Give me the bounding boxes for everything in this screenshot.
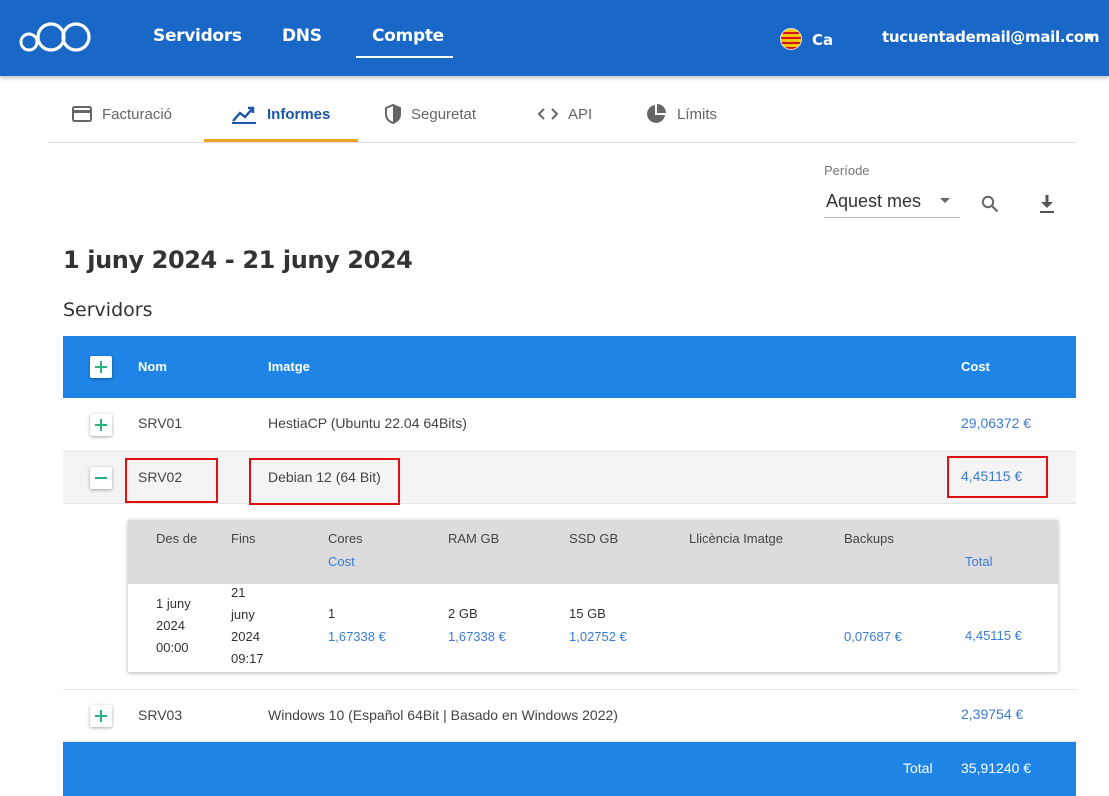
tab-facturacio[interactable]: Facturació [72,86,172,142]
table-header: Nom Imatge Cost [63,336,1076,398]
plus-icon-stroke [100,361,102,373]
detail-header-to: Fins [231,531,256,546]
chevron-down-icon[interactable] [1084,34,1096,40]
period-select[interactable]: Aquest mes [824,185,960,218]
nav-dns[interactable]: DNS [282,26,322,46]
detail-ssd-cost: 1,02752 € [569,629,627,644]
plus-icon-stroke [100,710,102,722]
tab-label: API [568,105,593,123]
table-row[interactable]: SRV01 HestiaCP (Ubuntu 22.04 64Bits) 29,… [63,398,1076,452]
shield-icon [385,104,401,124]
detail-header: Des de Fins Cores Cost RAM GB SSD GB Lli… [128,520,1058,584]
logo-icon[interactable] [18,20,92,54]
detail-header-backups: Backups [844,531,894,546]
detail-header-license: Llicència Imatge [689,531,783,546]
server-name: SRV03 [138,707,183,723]
collapse-row-button[interactable] [90,467,112,489]
detail-ram-cost: 1,67338 € [448,629,506,644]
tab-label: Seguretat [411,105,477,123]
language-selector[interactable]: Ca [812,31,833,49]
nav-active-underline [356,56,453,58]
detail-from-time: 00:00 [156,640,189,655]
header-cost: Cost [961,359,990,374]
search-icon[interactable] [981,195,999,213]
detail-header-cores: Cores [328,531,363,546]
server-cost[interactable]: 2,39754 € [961,706,1023,722]
active-tab-underline [204,139,358,142]
detail-ssd: 15 GB [569,606,606,621]
nav-servidors[interactable]: Servidors [153,26,242,46]
nav-compte[interactable]: Compte [372,26,444,46]
highlight-box-image [249,458,400,505]
account-menu[interactable]: tucuentademail@mail.com [882,28,1099,46]
tab-label: Límits [677,105,718,123]
detail-cores-cost: 1,67338 € [328,629,386,644]
expand-row-button[interactable] [90,414,112,436]
server-cost[interactable]: 29,06372 € [961,415,1031,431]
detail-from-date: 1 juny [156,596,191,611]
period-label: Període [824,163,870,178]
detail-row: 1 juny 2024 00:00 21 juny 2024 09:17 1 1… [128,584,1058,672]
date-range-heading: 1 juny 2024 - 21 juny 2024 [63,246,413,274]
section-title: Servidors [63,299,153,321]
detail-header-ram: RAM GB [448,531,500,546]
server-detail-card: Des de Fins Cores Cost RAM GB SSD GB Lli… [128,520,1058,672]
tab-label: Facturació [102,105,173,123]
tab-limits[interactable]: Límits [645,86,717,142]
expand-row-button[interactable] [90,705,112,727]
detail-to-year: 2024 [231,629,260,644]
detail-header-cost: Cost [328,554,355,569]
expand-all-button[interactable] [90,356,112,378]
detail-to-time: 09:17 [231,651,264,666]
detail-to-month: juny [231,607,255,622]
account-subtabs: Facturació Informes Seguretat API Límits [48,86,1076,143]
pie-chart-icon [647,104,666,123]
server-image: HestiaCP (Ubuntu 22.04 64Bits) [268,415,467,431]
period-value: Aquest mes [826,191,922,211]
detail-backups-cost: 0,07687 € [844,629,902,644]
tab-api[interactable]: API [538,86,592,142]
plus-icon-stroke [100,419,102,431]
catalan-flag-icon[interactable] [780,28,802,50]
trending-up-icon [232,106,256,124]
code-icon [538,108,558,120]
detail-header-from: Des de [156,531,198,546]
highlight-box-name [125,458,218,503]
server-name: SRV01 [138,415,183,431]
detail-total: 4,45115 € [965,628,1022,643]
tab-informes[interactable]: Informes [231,86,330,142]
footer-total-value: 35,91240 € [961,760,1032,776]
footer-total-label: Total [903,760,933,776]
dropdown-arrow-icon [940,198,950,203]
minus-icon [95,477,107,479]
detail-cores: 1 [328,606,336,621]
detail-ram: 2 GB [448,606,478,621]
detail-to-day: 21 [231,585,246,600]
detail-from-year: 2024 [156,618,185,633]
table-footer: Total 35,91240 € [63,742,1076,796]
tab-label: Informes [267,105,331,123]
header-name: Nom [138,359,167,374]
download-icon[interactable] [1039,194,1055,214]
credit-card-icon [72,106,92,122]
header-image: Imatge [268,359,310,374]
highlight-box-cost [947,456,1048,498]
tab-seguretat[interactable]: Seguretat [385,86,476,142]
detail-header-ssd: SSD GB [569,531,619,546]
detail-header-total: Total [965,554,993,569]
server-image: Windows 10 (Español 64Bit | Basado en Wi… [268,707,618,723]
top-navigation-bar: Servidors DNS Compte Ca tucuentademail@m… [0,0,1109,76]
table-row[interactable]: SRV03 Windows 10 (Español 64Bit | Basado… [63,690,1076,742]
